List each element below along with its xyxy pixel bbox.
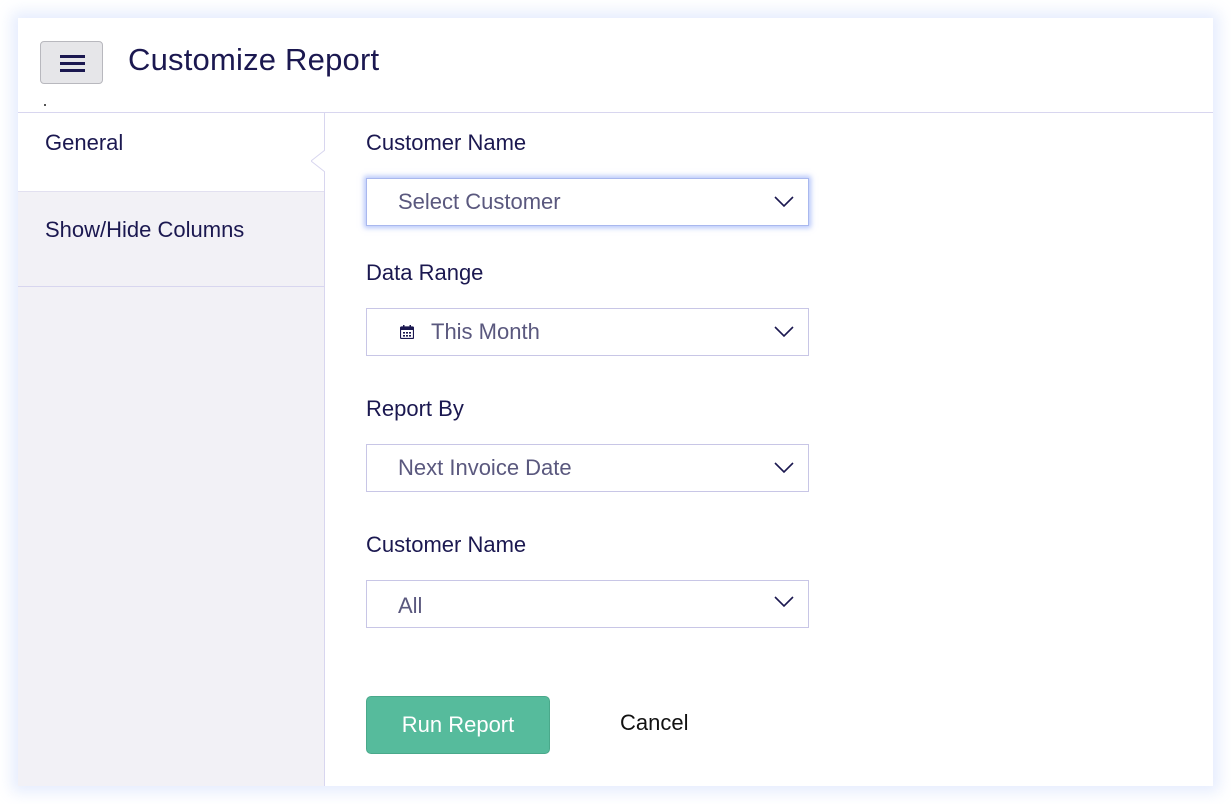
stray-dot (44, 104, 46, 106)
customer-name-filter-value: All (398, 593, 423, 618)
active-tab-pointer (311, 150, 325, 172)
sidebar-item-show-hide-columns[interactable]: Show/Hide Columns (18, 193, 324, 287)
data-range-label: Data Range (366, 260, 484, 285)
customer-select[interactable]: Select Customer (366, 178, 809, 226)
data-range-value: This Month (431, 319, 540, 344)
customer-name-label: Customer Name (366, 130, 527, 155)
header: Customize Report (18, 18, 1213, 113)
sidebar-item-label: General (45, 130, 124, 155)
report-by-value: Next Invoice Date (398, 455, 572, 480)
report-by-label: Report By (366, 396, 464, 421)
sidebar-item-general[interactable]: General (18, 113, 324, 192)
cancel-button[interactable]: Cancel (620, 710, 688, 736)
calendar-icon (400, 325, 414, 339)
chevron-down-icon (774, 596, 794, 608)
customize-report-panel: Customize Report General Show/Hide Colum… (18, 18, 1213, 786)
customer-name-filter-select[interactable]: All (366, 580, 809, 628)
report-by-select[interactable]: Next Invoice Date (366, 444, 809, 492)
sidebar: General Show/Hide Columns (18, 113, 325, 786)
menu-button[interactable] (40, 41, 103, 84)
customer-name-filter-label: Customer Name (366, 532, 527, 557)
run-report-button[interactable]: Run Report (366, 696, 550, 754)
customer-select-placeholder: Select Customer (398, 189, 561, 214)
sidebar-item-label: Show/Hide Columns (45, 217, 245, 242)
chevron-down-icon (774, 462, 794, 474)
page-title: Customize Report (128, 42, 380, 77)
data-range-select[interactable]: This Month (366, 308, 809, 356)
hamburger-menu-icon (60, 55, 85, 72)
chevron-down-icon (774, 326, 794, 338)
chevron-down-icon (774, 196, 794, 208)
